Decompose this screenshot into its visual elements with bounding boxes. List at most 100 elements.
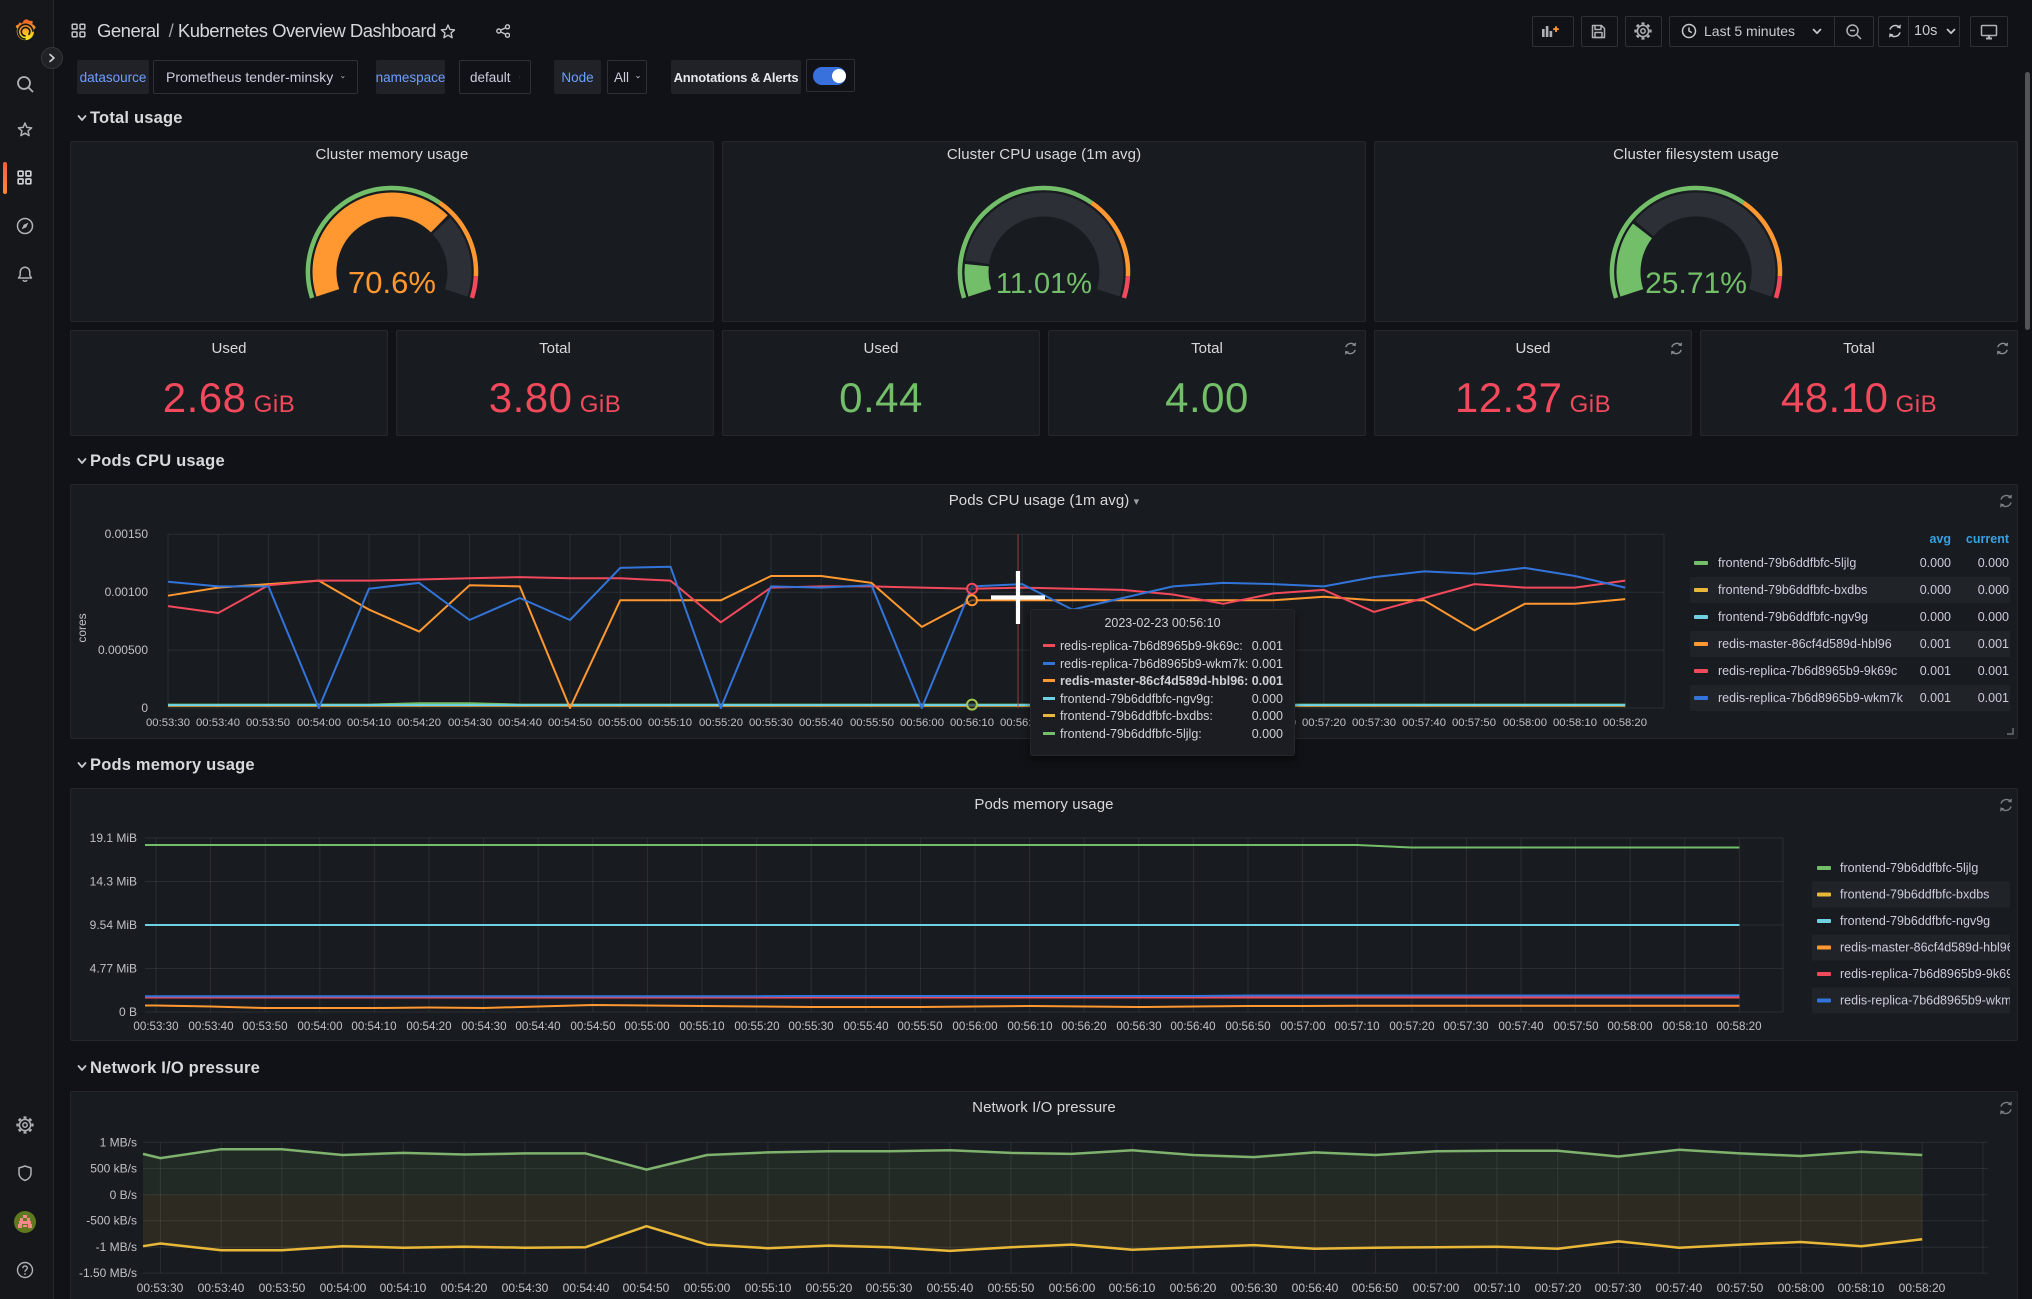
svg-text:0.000: 0.000 [1920, 583, 1951, 597]
svg-text:0.00150: 0.00150 [105, 527, 149, 541]
svg-text:00:55:30: 00:55:30 [749, 717, 793, 729]
svg-text:00:57:30: 00:57:30 [1595, 1281, 1642, 1295]
svg-text:00:57:50: 00:57:50 [1553, 1020, 1598, 1033]
svg-text:0 B/s: 0 B/s [110, 1188, 137, 1202]
svg-text:0.001: 0.001 [1920, 637, 1951, 651]
svg-text:00:56:50: 00:56:50 [1352, 1281, 1399, 1295]
svg-text:0.001: 0.001 [1920, 691, 1951, 705]
svg-text:00:54:40: 00:54:40 [498, 717, 542, 729]
svg-text:00:56:10: 00:56:10 [950, 717, 994, 729]
svg-text:0.001: 0.001 [1978, 691, 2009, 705]
svg-text:14.3 MiB: 14.3 MiB [90, 875, 137, 889]
svg-text:00:58:20: 00:58:20 [1716, 1020, 1761, 1033]
svg-text:00:58:00: 00:58:00 [1607, 1020, 1652, 1033]
svg-text:00:55:20: 00:55:20 [699, 717, 743, 729]
svg-text:500 kB/s: 500 kB/s [90, 1162, 137, 1176]
svg-text:00:55:20: 00:55:20 [734, 1020, 779, 1033]
svg-text:00:58:00: 00:58:00 [1503, 717, 1547, 729]
svg-text:00:53:40: 00:53:40 [198, 1281, 245, 1295]
svg-text:00:54:10: 00:54:10 [380, 1281, 427, 1295]
svg-text:frontend-79b6ddfbfc-ngv9g: frontend-79b6ddfbfc-ngv9g [1840, 914, 1990, 928]
svg-text:0: 0 [141, 701, 148, 715]
svg-text:00:57:00: 00:57:00 [1413, 1281, 1460, 1295]
svg-text:00:56:10: 00:56:10 [1109, 1281, 1156, 1295]
svg-text:00:57:00: 00:57:00 [1280, 1020, 1325, 1033]
svg-text:00:53:50: 00:53:50 [242, 1020, 287, 1033]
svg-text:00:55:10: 00:55:10 [745, 1281, 792, 1295]
svg-text:0.000500: 0.000500 [98, 643, 148, 657]
svg-text:00:58:20: 00:58:20 [1603, 717, 1647, 729]
svg-text:00:56:30: 00:56:30 [1231, 1281, 1278, 1295]
svg-text:11.01%: 11.01% [996, 268, 1092, 300]
svg-text:00:55:10: 00:55:10 [679, 1020, 724, 1033]
svg-text:00:55:50: 00:55:50 [988, 1281, 1035, 1295]
svg-text:00:53:30: 00:53:30 [137, 1281, 184, 1295]
svg-text:00:57:10: 00:57:10 [1474, 1281, 1521, 1295]
svg-text:0.00100: 0.00100 [105, 585, 149, 599]
svg-text:00:54:20: 00:54:20 [406, 1020, 451, 1033]
svg-text:00:54:00: 00:54:00 [320, 1281, 367, 1295]
svg-text:frontend-79b6ddfbfc-5ljlg: frontend-79b6ddfbfc-5ljlg [1718, 556, 1856, 570]
svg-text:00:54:40: 00:54:40 [563, 1281, 610, 1295]
svg-text:00:56:00: 00:56:00 [900, 717, 944, 729]
svg-text:0 B: 0 B [119, 1005, 137, 1019]
svg-text:00:57:30: 00:57:30 [1352, 717, 1396, 729]
svg-text:00:53:30: 00:53:30 [133, 1020, 178, 1033]
svg-text:00:54:00: 00:54:00 [297, 717, 341, 729]
svg-text:00:54:50: 00:54:50 [570, 1020, 615, 1033]
svg-text:0.000: 0.000 [1920, 556, 1951, 570]
svg-text:00:56:30: 00:56:30 [1116, 1020, 1161, 1033]
svg-text:00:54:20: 00:54:20 [397, 717, 441, 729]
svg-text:00:56:50: 00:56:50 [1225, 1020, 1270, 1033]
svg-text:00:56:10: 00:56:10 [1007, 1020, 1052, 1033]
svg-text:0.000: 0.000 [1978, 556, 2009, 570]
svg-text:1 MB/s: 1 MB/s [100, 1135, 137, 1149]
svg-text:19.1 MiB: 19.1 MiB [90, 831, 137, 845]
svg-text:00:55:50: 00:55:50 [850, 717, 894, 729]
svg-text:00:55:10: 00:55:10 [648, 717, 692, 729]
svg-text:frontend-79b6ddfbfc-ngv9g: frontend-79b6ddfbfc-ngv9g [1718, 610, 1868, 624]
svg-text:00:53:30: 00:53:30 [146, 717, 190, 729]
svg-text:00:58:10: 00:58:10 [1838, 1281, 1885, 1295]
svg-text:frontend-79b6ddfbfc-5ljlg: frontend-79b6ddfbfc-5ljlg [1840, 861, 1978, 875]
svg-text:00:55:30: 00:55:30 [788, 1020, 833, 1033]
svg-text:00:57:50: 00:57:50 [1717, 1281, 1764, 1295]
svg-text:00:57:20: 00:57:20 [1535, 1281, 1582, 1295]
svg-text:00:53:50: 00:53:50 [246, 717, 290, 729]
svg-text:00:55:00: 00:55:00 [624, 1020, 669, 1033]
svg-text:00:57:40: 00:57:40 [1498, 1020, 1543, 1033]
svg-text:redis-replica-7b6d8965b9-9k69c: redis-replica-7b6d8965b9-9k69c [1718, 664, 1897, 678]
svg-text:00:53:50: 00:53:50 [259, 1281, 306, 1295]
svg-text:00:57:20: 00:57:20 [1302, 717, 1346, 729]
svg-text:00:58:00: 00:58:00 [1778, 1281, 1825, 1295]
svg-text:00:56:20: 00:56:20 [1061, 1020, 1106, 1033]
svg-text:25.71%: 25.71% [1645, 267, 1747, 300]
svg-text:frontend-79b6ddfbfc-bxdbs: frontend-79b6ddfbfc-bxdbs [1840, 888, 1989, 902]
svg-text:00:55:20: 00:55:20 [806, 1281, 853, 1295]
svg-text:00:54:20: 00:54:20 [441, 1281, 488, 1295]
svg-text:00:58:10: 00:58:10 [1553, 717, 1597, 729]
svg-text:9.54 MiB: 9.54 MiB [90, 918, 137, 932]
svg-text:00:54:10: 00:54:10 [347, 717, 391, 729]
svg-text:00:54:50: 00:54:50 [623, 1281, 670, 1295]
svg-text:-1.50 MB/s: -1.50 MB/s [79, 1266, 137, 1280]
svg-text:00:54:10: 00:54:10 [351, 1020, 396, 1033]
svg-text:redis-replica-7b6d8965b9-9k69c: redis-replica-7b6d8965b9-9k69c [1840, 967, 2010, 981]
svg-text:00:53:40: 00:53:40 [188, 1020, 233, 1033]
svg-text:00:54:40: 00:54:40 [515, 1020, 560, 1033]
svg-text:current: current [1966, 532, 2010, 546]
svg-text:redis-master-86cf4d589d-hbl96: redis-master-86cf4d589d-hbl96 [1718, 637, 1892, 651]
svg-text:0.000: 0.000 [1920, 610, 1951, 624]
svg-text:frontend-79b6ddfbfc-bxdbs: frontend-79b6ddfbfc-bxdbs [1718, 583, 1867, 597]
svg-text:00:57:40: 00:57:40 [1656, 1281, 1703, 1295]
svg-text:00:56:00: 00:56:00 [952, 1020, 997, 1033]
svg-text:00:53:40: 00:53:40 [196, 717, 240, 729]
svg-text:00:55:00: 00:55:00 [684, 1281, 731, 1295]
svg-text:avg: avg [1929, 532, 1951, 546]
svg-text:00:55:30: 00:55:30 [866, 1281, 913, 1295]
svg-text:00:54:50: 00:54:50 [548, 717, 592, 729]
svg-text:00:56:40: 00:56:40 [1292, 1281, 1339, 1295]
svg-text:0.000: 0.000 [1978, 583, 2009, 597]
svg-text:00:57:30: 00:57:30 [1443, 1020, 1488, 1033]
svg-text:00:55:40: 00:55:40 [927, 1281, 974, 1295]
